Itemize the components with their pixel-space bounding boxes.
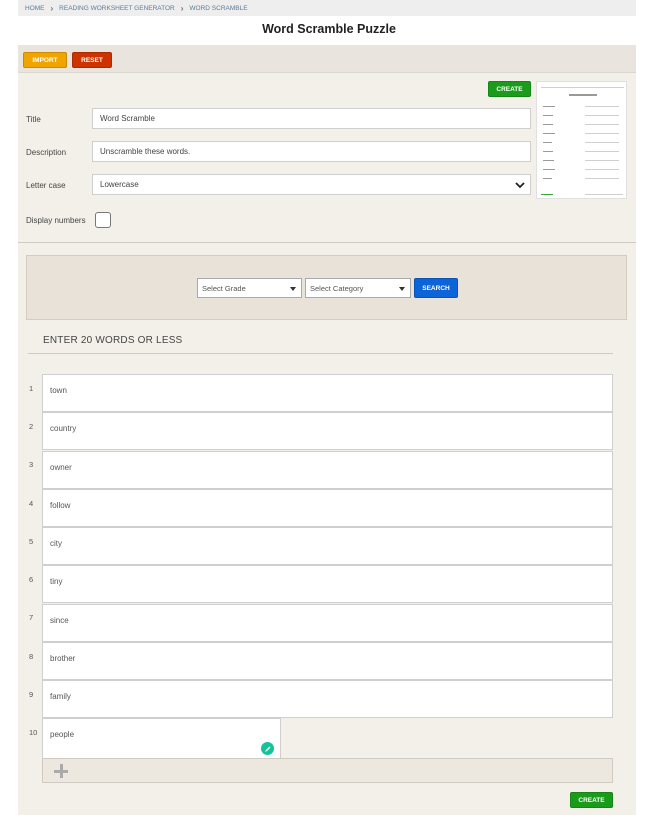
preview-line	[585, 169, 619, 170]
word-input[interactable]: brother	[42, 642, 613, 680]
plus-icon[interactable]	[53, 763, 69, 779]
preview-line	[585, 151, 619, 152]
word-number: 10	[29, 728, 38, 737]
description-label: Description	[26, 148, 67, 157]
preview-line	[585, 160, 619, 161]
breadcrumb: HOME › READING WORKSHEET GENERATOR › WOR…	[18, 0, 636, 16]
preview-line	[543, 169, 555, 170]
divider	[18, 242, 636, 243]
title-input[interactable]: Word Scramble	[92, 108, 531, 129]
title-label: Title	[26, 115, 41, 124]
add-word-row[interactable]	[42, 758, 613, 783]
description-input[interactable]: Unscramble these words.	[92, 141, 531, 162]
grade-select-value: Select Grade	[202, 283, 246, 293]
word-input-value: people	[50, 730, 75, 739]
preview-line	[543, 142, 552, 143]
create-button-top[interactable]: CREATE	[488, 81, 531, 97]
word-input[interactable]: tiny	[42, 565, 613, 603]
preview-line	[543, 151, 553, 152]
grade-select[interactable]: Select Grade	[197, 278, 302, 298]
preview-title-bar	[569, 94, 597, 96]
letter-case-value: Lowercase	[100, 180, 139, 189]
page-title: Word Scramble Puzzle	[262, 22, 396, 36]
preview-line	[543, 133, 555, 134]
preview-line	[541, 194, 553, 195]
chevron-right-icon: ›	[50, 3, 54, 13]
preview-line	[585, 194, 623, 195]
word-input[interactable]: owner	[42, 451, 613, 489]
worksheet-panel: IMPORT RESET CREATE Title Word Scramble …	[18, 45, 636, 815]
word-number: 9	[29, 690, 34, 699]
letter-case-select[interactable]: Lowercase	[92, 174, 531, 195]
display-numbers-label: Display numbers	[26, 216, 86, 225]
search-button[interactable]: SEARCH	[414, 278, 458, 298]
word-input[interactable]: city	[42, 527, 613, 565]
word-input[interactable]: since	[42, 604, 613, 642]
preview-line	[585, 133, 619, 134]
preview-line	[543, 160, 554, 161]
word-number: 5	[29, 537, 34, 546]
preview-line	[543, 106, 555, 107]
word-input[interactable]: country	[42, 412, 613, 450]
letter-case-label: Letter case	[26, 181, 66, 190]
breadcrumb-home[interactable]: HOME	[25, 5, 45, 12]
grammarly-icon[interactable]	[261, 742, 274, 755]
create-button-bottom[interactable]: CREATE	[570, 792, 613, 808]
category-select[interactable]: Select Category	[305, 278, 411, 298]
chevron-down-icon	[515, 182, 525, 189]
display-numbers-checkbox[interactable]	[95, 212, 111, 228]
words-divider	[28, 353, 613, 354]
word-number: 6	[29, 575, 34, 584]
preview-line	[585, 106, 619, 107]
preview-line	[585, 142, 619, 143]
word-number: 7	[29, 613, 34, 622]
words-heading: ENTER 20 WORDS OR LESS	[43, 335, 183, 346]
select-caret-icon	[290, 287, 296, 291]
word-number: 1	[29, 384, 34, 393]
preview-line	[585, 178, 619, 179]
preview-line	[585, 115, 619, 116]
word-input[interactable]: family	[42, 680, 613, 718]
chevron-right-icon: ›	[180, 3, 184, 13]
preview-line	[541, 87, 624, 88]
word-input-active[interactable]: people	[42, 718, 281, 762]
word-input[interactable]: follow	[42, 489, 613, 527]
word-input[interactable]: town	[42, 374, 613, 412]
word-number: 4	[29, 499, 34, 508]
word-number: 2	[29, 422, 34, 431]
pen-icon	[264, 746, 270, 752]
breadcrumb-reading-worksheet-generator[interactable]: READING WORKSHEET GENERATOR	[59, 5, 175, 12]
toolbar: IMPORT RESET	[18, 45, 636, 73]
worksheet-preview-thumbnail[interactable]	[536, 81, 627, 199]
word-number: 3	[29, 460, 34, 469]
select-caret-icon	[399, 287, 405, 291]
reset-button[interactable]: RESET	[72, 52, 112, 68]
import-button[interactable]: IMPORT	[23, 52, 67, 68]
preview-line	[543, 124, 553, 125]
preview-line	[543, 115, 553, 116]
preview-line	[543, 178, 552, 179]
word-search-box: Select Grade Select Category SEARCH	[26, 255, 627, 320]
word-number: 8	[29, 652, 34, 661]
category-select-value: Select Category	[310, 283, 364, 293]
breadcrumb-word-scramble[interactable]: WORD SCRAMBLE	[189, 5, 247, 12]
preview-line	[585, 124, 619, 125]
